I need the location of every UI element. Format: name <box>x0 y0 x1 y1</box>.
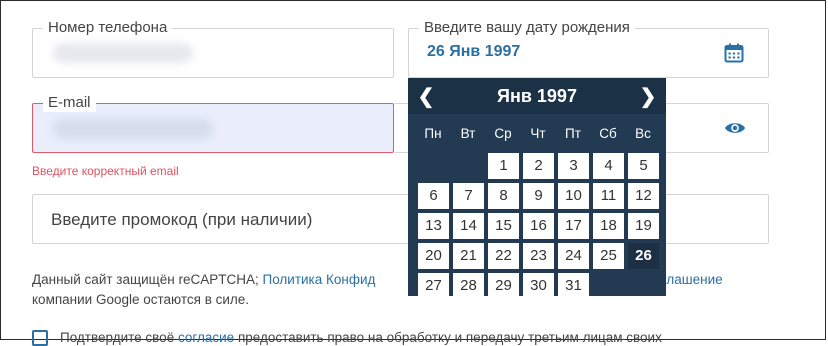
recaptcha-text: Данный сайт защищён reCAPTCHA; <box>32 272 263 287</box>
privacy-policy-link[interactable]: Политика Конфид <box>262 272 375 287</box>
datepicker-header: ❮ Янв 1997 ❯ <box>408 78 666 114</box>
dob-value: 26 Янв 1997 <box>427 43 521 60</box>
consent-link[interactable]: согласие <box>178 330 234 345</box>
dob-label: Введите вашу дату рождения <box>419 19 635 37</box>
day-cell[interactable]: 23 <box>523 243 554 269</box>
day-cell[interactable]: 21 <box>453 243 484 269</box>
day-cell[interactable]: 12 <box>628 183 659 209</box>
day-cell[interactable]: 17 <box>558 213 589 239</box>
day-cell[interactable]: 2 <box>523 153 554 179</box>
weekday-header: Чт <box>530 126 546 141</box>
day-cell[interactable]: 3 <box>558 153 589 179</box>
datepicker-title: Янв 1997 <box>497 86 577 106</box>
day-cell[interactable]: 25 <box>593 243 624 269</box>
day-cell[interactable]: 5 <box>628 153 659 179</box>
day-cell[interactable]: 31 <box>558 273 589 299</box>
weekday-header: Вс <box>635 126 651 141</box>
day-cell[interactable]: 20 <box>418 243 449 269</box>
day-cell[interactable]: 18 <box>593 213 624 239</box>
recaptcha-text-2: компании Google остаются в силе. <box>32 292 250 307</box>
phone-value-blurred <box>53 43 193 63</box>
eye-icon[interactable] <box>724 120 746 136</box>
datepicker-popup: ❮ Янв 1997 ❯ Пн Вт Ср Чт Пт Сб Вс 1 2 3 4 5 6 7 8 9 10 11… <box>408 78 666 299</box>
email-value-blurred <box>53 119 213 139</box>
email-field[interactable]: E-mail <box>32 94 394 153</box>
day-cell[interactable]: 28 <box>453 273 484 299</box>
day-cell[interactable]: 30 <box>523 273 554 299</box>
consent-text: Подтвердите своё <box>60 330 178 345</box>
day-cell[interactable]: 4 <box>593 153 624 179</box>
day-cell[interactable]: 6 <box>418 183 449 209</box>
consent-checkbox[interactable] <box>32 330 48 346</box>
phone-label: Номер телефона <box>43 19 173 37</box>
day-cell[interactable]: 22 <box>488 243 519 269</box>
promo-placeholder: Введите промокод (при наличии) <box>51 210 313 229</box>
day-cell[interactable]: 14 <box>453 213 484 239</box>
day-cell[interactable]: 27 <box>418 273 449 299</box>
day-cell[interactable]: 19 <box>628 213 659 239</box>
day-cell[interactable]: 29 <box>488 273 519 299</box>
dob-field[interactable]: Введите вашу дату рождения 26 Янв 1997 <box>408 19 769 78</box>
consent-row: Подтвердите своё согласие предоставить п… <box>32 330 662 346</box>
day-cell[interactable]: 16 <box>523 213 554 239</box>
day-cell[interactable]: 8 <box>488 183 519 209</box>
email-error: Введите корректный email <box>32 164 179 178</box>
email-label: E-mail <box>43 94 96 112</box>
next-month-icon[interactable]: ❯ <box>638 84 658 109</box>
day-cell[interactable]: 1 <box>488 153 519 179</box>
day-cell[interactable]: 15 <box>488 213 519 239</box>
weekday-header: Вт <box>460 126 476 141</box>
day-cell[interactable]: 9 <box>523 183 554 209</box>
consent-text-2: предоставить право на обработку и переда… <box>234 330 662 345</box>
calendar-icon[interactable] <box>724 43 744 63</box>
day-cell[interactable]: 10 <box>558 183 589 209</box>
day-cell[interactable]: 7 <box>453 183 484 209</box>
day-cell[interactable]: 24 <box>558 243 589 269</box>
day-cell[interactable]: 13 <box>418 213 449 239</box>
day-cell[interactable]: 11 <box>593 183 624 209</box>
weekday-header: Пн <box>424 126 442 141</box>
phone-field[interactable]: Номер телефона <box>32 19 394 78</box>
day-cell-selected[interactable]: 26 <box>628 243 659 269</box>
weekday-header: Сб <box>599 126 617 141</box>
weekday-header: Ср <box>494 126 512 141</box>
weekday-header: Пт <box>565 126 581 141</box>
